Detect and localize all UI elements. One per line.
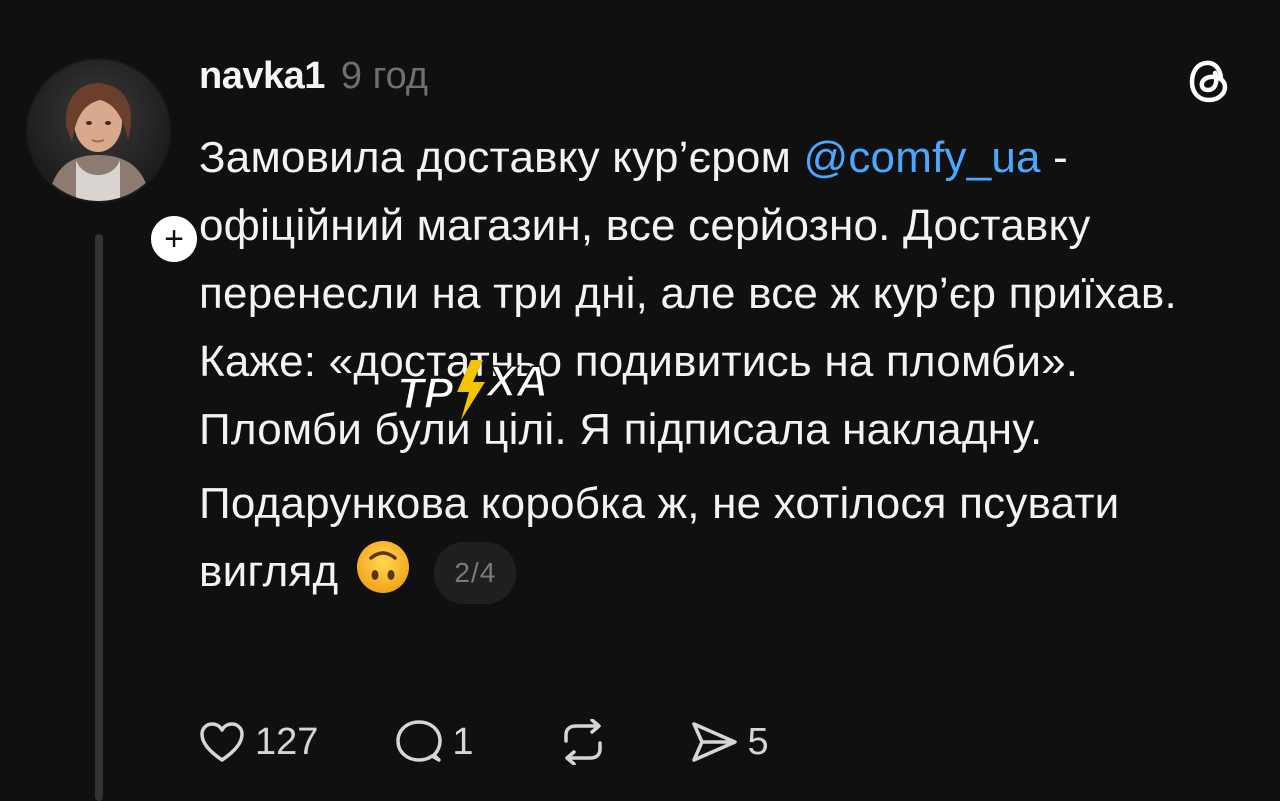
repost-icon [563, 719, 602, 765]
thread-connector-line [95, 234, 103, 801]
send-icon [691, 722, 737, 762]
action-bar: 127 1 5 [199, 714, 769, 770]
comment-icon [396, 720, 443, 762]
plus-icon: + [164, 220, 184, 258]
mention-link[interactable]: @comfy_ua [803, 133, 1040, 182]
timestamp: 9 год [340, 55, 429, 97]
avatar-photo-icon [28, 60, 169, 201]
paragraph-1-start: Замовила доставку кур’єром [199, 133, 804, 182]
threads-logo-icon[interactable] [1184, 56, 1234, 106]
share-button[interactable]: 5 [690, 720, 769, 764]
watermark-right-text: ХА [484, 357, 548, 406]
upside-down-face-icon [357, 541, 410, 593]
post-body: Замовила доставку кур’єром @comfy_ua - о… [199, 124, 1249, 606]
share-count: 5 [747, 720, 769, 763]
heart-icon [200, 722, 244, 762]
post-paragraph-1: Замовила доставку кур’єром @comfy_ua - о… [199, 124, 1249, 464]
like-count: 127 [255, 720, 319, 763]
reply-count: 1 [452, 720, 474, 763]
repost-button[interactable] [558, 719, 608, 765]
follow-button[interactable]: + [146, 211, 202, 267]
trukha-watermark: ТР ХА [393, 352, 568, 426]
avatar[interactable] [26, 58, 171, 203]
avatar-container[interactable]: + [26, 58, 202, 267]
username[interactable]: navka1 [199, 55, 325, 98]
like-button[interactable]: 127 [199, 721, 318, 764]
paragraph-2-text: Подарункова коробка ж, не хотілося псува… [199, 479, 1120, 596]
page-counter: 2/4 [434, 542, 517, 604]
post-header: navka1 9 год [199, 55, 428, 105]
reply-button[interactable]: 1 [396, 719, 474, 765]
post-paragraph-2: Подарункова коробка ж, не хотілося псува… [199, 470, 1249, 606]
lightning-bolt-icon [457, 360, 485, 420]
watermark-left-text: ТР [397, 369, 454, 418]
thread-post: + navka1 9 год Замовила доставку кур’єро… [0, 0, 1280, 801]
